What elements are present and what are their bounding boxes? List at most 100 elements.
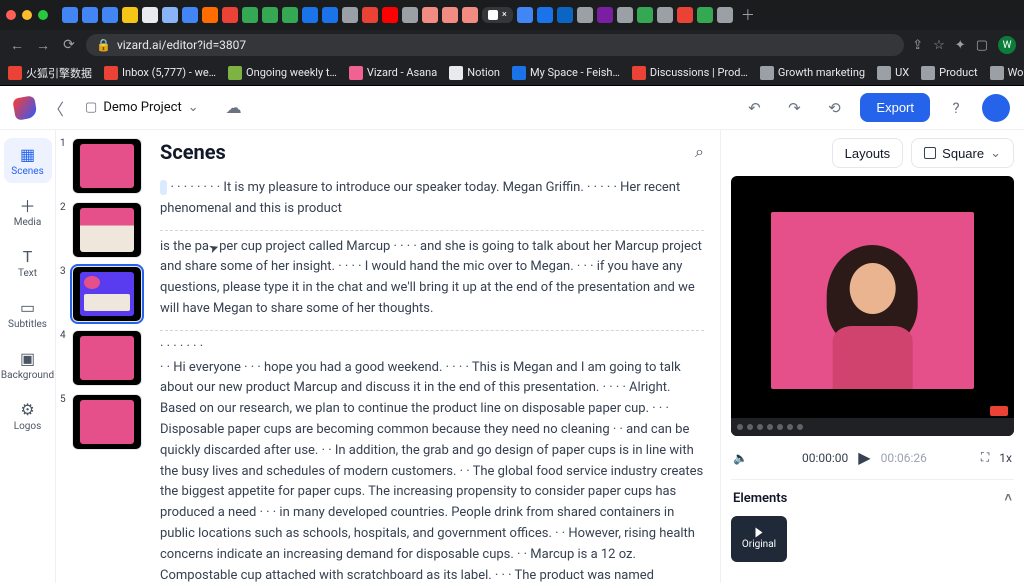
browser-tab[interactable] [202, 7, 218, 23]
browser-tab[interactable] [262, 7, 278, 23]
bookmark-item[interactable]: Inbox (5,777) - we… [104, 66, 216, 80]
volume-icon[interactable]: 🔈 [733, 451, 748, 465]
forward-button[interactable]: → [34, 37, 52, 54]
rail-item-media[interactable]: ＋Media [4, 189, 52, 234]
browser-tab[interactable] [82, 7, 98, 23]
share-icon[interactable]: ⇪ [912, 38, 923, 53]
undo-button[interactable]: ↶ [740, 94, 768, 122]
window-controls[interactable] [6, 10, 48, 20]
fullscreen-icon[interactable]: ⛶ [981, 450, 989, 465]
redo-button[interactable]: ↷ [780, 94, 808, 122]
close-window-dot[interactable] [6, 10, 16, 20]
browser-tab[interactable] [442, 7, 458, 23]
browser-tab[interactable] [577, 7, 593, 23]
browser-tab[interactable] [597, 7, 613, 23]
browser-tab[interactable] [222, 7, 238, 23]
rail-item-logos[interactable]: ⚙Logos [4, 393, 52, 438]
back-button[interactable]: ← [8, 37, 26, 54]
rail-item-scenes[interactable]: ▦Scenes [4, 138, 52, 183]
minimize-window-dot[interactable] [22, 10, 32, 20]
rail-item-text[interactable]: TText [4, 240, 52, 285]
browser-tab[interactable] [102, 7, 118, 23]
browser-tab[interactable] [617, 7, 633, 23]
history-button[interactable]: ⟲ [820, 94, 848, 122]
browser-tab[interactable] [182, 7, 198, 23]
transcript-paragraph[interactable]: is the pa➤per cup project called Marcup … [160, 231, 704, 331]
transcript-paragraph[interactable]: · · · · · · · · It is my pleasure to int… [160, 172, 704, 231]
back-to-projects[interactable]: 〈 [48, 96, 64, 120]
extensions-icon[interactable]: ✦ [955, 38, 966, 53]
browser-tab[interactable] [122, 7, 138, 23]
bookmark-item[interactable]: Notion [449, 66, 500, 80]
browser-tab[interactable] [162, 7, 178, 23]
tabs-overview-icon[interactable]: ▢ [976, 38, 988, 53]
bookmark-item[interactable]: Discussions | Prod… [632, 66, 748, 80]
browser-tab[interactable] [362, 7, 378, 23]
scene-thumb[interactable]: 1 [62, 138, 138, 194]
search-icon[interactable]: ⌕ [695, 142, 704, 162]
browser-tab[interactable] [422, 7, 438, 23]
help-button[interactable]: ? [942, 94, 970, 122]
browser-tab[interactable] [697, 7, 713, 23]
bookmark-item[interactable]: 火狐引擎数据 [8, 65, 92, 81]
browser-tab[interactable] [402, 7, 418, 23]
transcript-body[interactable]: · · · · · · · · It is my pleasure to int… [160, 172, 704, 583]
chevron-up-icon[interactable]: ˄ [1004, 490, 1012, 506]
browser-tab[interactable] [62, 7, 78, 23]
reload-button[interactable]: ⟳ [60, 37, 78, 53]
record-indicator [990, 406, 1008, 416]
original-element-tile[interactable]: Original [731, 516, 787, 562]
scene-thumb[interactable]: 5 [62, 394, 138, 450]
browser-tab[interactable] [282, 7, 298, 23]
active-tab[interactable]: × [482, 7, 513, 23]
bookmark-favicon [760, 66, 774, 80]
scene-thumb[interactable]: 2 [62, 202, 138, 258]
rail-item-subtitles[interactable]: ▭Subtitles [4, 291, 52, 336]
scene-thumb[interactable]: 3 [62, 266, 138, 322]
bookmark-item[interactable]: Product [921, 66, 977, 80]
browser-tab[interactable] [557, 7, 573, 23]
bookmark-item[interactable]: Ongoing weekly t… [228, 66, 337, 80]
browser-tab[interactable] [382, 7, 398, 23]
scene-thumb[interactable]: 4 [62, 330, 138, 386]
transcript-paragraph[interactable]: · · · · · · ·· · Hi everyone · · · hope … [160, 331, 704, 583]
address-bar[interactable]: 🔒 vizard.ai/editor?id=3807 [86, 34, 904, 56]
star-icon[interactable]: ☆ [933, 38, 945, 53]
bookmark-item[interactable]: UX [877, 66, 909, 80]
active-tab-close-icon[interactable]: × [502, 10, 507, 20]
browser-tab[interactable] [517, 7, 533, 23]
browser-tab[interactable] [242, 7, 258, 23]
bookmarks-bar: 火狐引擎数据 Inbox (5,777) - we… Ongoing weekly … [0, 60, 1024, 86]
layouts-button[interactable]: Layouts [832, 138, 904, 168]
browser-tab[interactable] [677, 7, 693, 23]
browser-tab[interactable] [342, 7, 358, 23]
bookmark-item[interactable]: Vizard - Asana [349, 66, 437, 80]
rail-item-background[interactable]: ▣Background [4, 342, 52, 387]
browser-tab[interactable] [637, 7, 653, 23]
browser-tab[interactable] [657, 7, 673, 23]
cloud-sync-icon[interactable]: ☁ [226, 98, 242, 117]
bookmark-item[interactable]: Growth marketing [760, 66, 865, 80]
browser-tab[interactable] [717, 7, 733, 23]
browser-tab[interactable] [142, 7, 158, 23]
browser-tab[interactable] [537, 7, 553, 23]
browser-tab[interactable] [462, 7, 478, 23]
browser-toolbar: ← → ⟳ 🔒 vizard.ai/editor?id=3807 ⇪ ☆ ✦ ▢… [0, 30, 1024, 60]
vizard-logo[interactable] [14, 97, 36, 119]
maximize-window-dot[interactable] [38, 10, 48, 20]
bookmark-item[interactable]: Work-related gro… [990, 66, 1024, 80]
aspect-ratio-selector[interactable]: Square ⌄ [911, 138, 1014, 168]
url-text: vizard.ai/editor?id=3807 [117, 38, 246, 52]
browser-tab[interactable] [322, 7, 338, 23]
tabs-after-active [517, 7, 733, 23]
profile-badge[interactable]: W [998, 36, 1016, 54]
project-selector[interactable]: ▢ Demo Project ⌄ [76, 95, 208, 120]
new-tab-button[interactable]: ＋ [741, 5, 755, 25]
video-preview[interactable] [731, 176, 1014, 436]
export-button[interactable]: Export [860, 93, 930, 122]
bookmark-item[interactable]: My Space - Feish… [512, 66, 620, 80]
play-button[interactable]: ▶ [858, 448, 870, 467]
browser-tab[interactable] [302, 7, 318, 23]
user-avatar[interactable] [982, 94, 1010, 122]
playback-speed[interactable]: 1x [999, 451, 1012, 465]
